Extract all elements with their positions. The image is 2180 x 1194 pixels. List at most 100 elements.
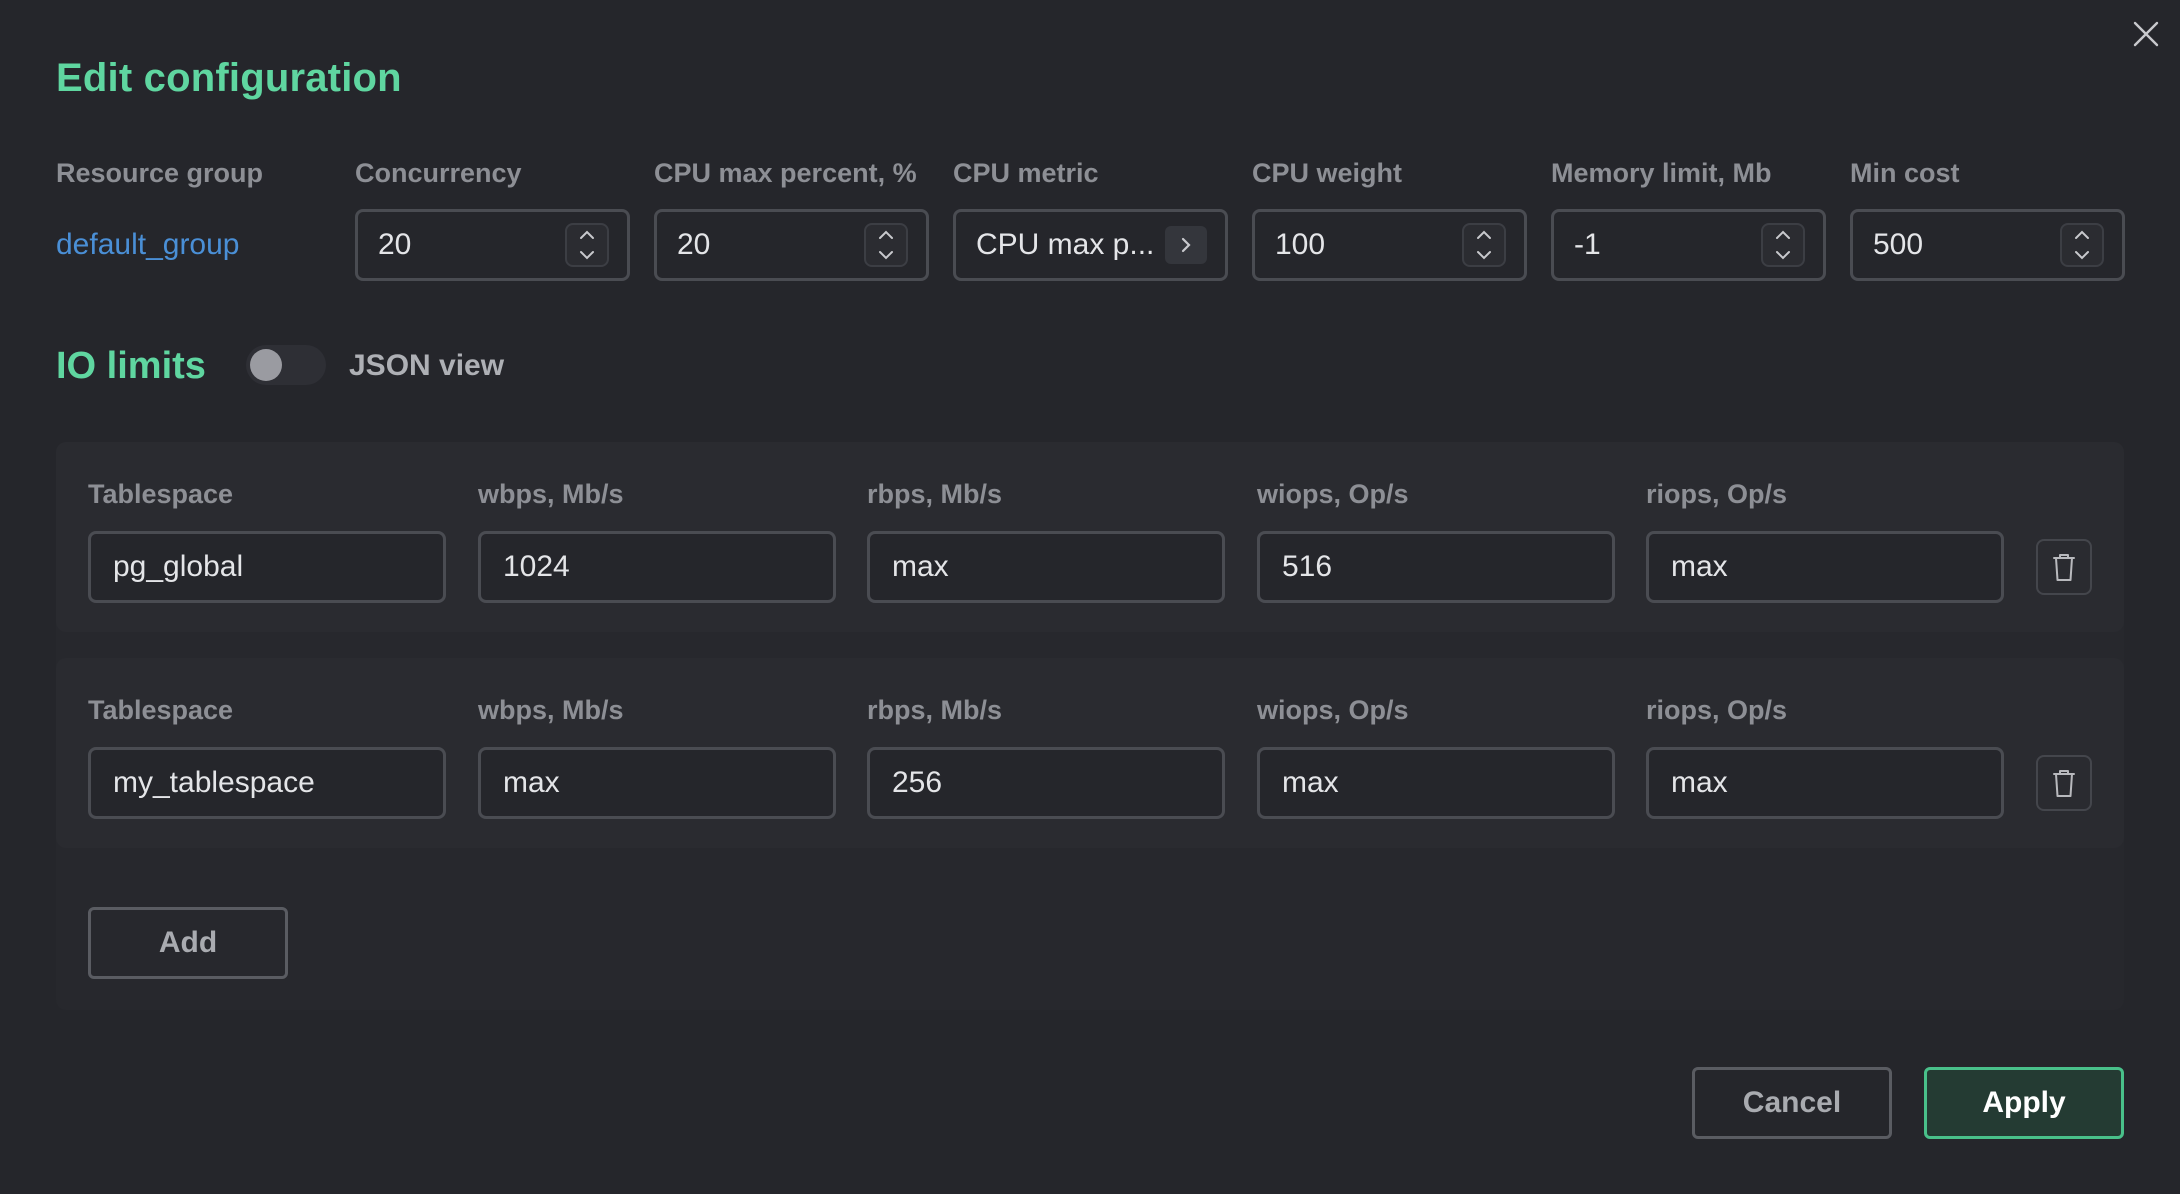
cpu-max-percent-column: CPU max percent, % — [654, 155, 917, 191]
io-limits-panel: Tablespace wbps, Mb/s rbps, Mb/s wiops, … — [56, 442, 2124, 1010]
memory-limit-input[interactable]: -1 — [1551, 209, 1826, 281]
delete-row-button[interactable] — [2036, 755, 2092, 811]
riops-label: riops, Op/s — [1646, 479, 1788, 509]
cpu-weight-decrement-button[interactable] — [1464, 245, 1504, 265]
min-cost-increment-button[interactable] — [2062, 225, 2102, 245]
apply-button[interactable]: Apply — [1924, 1067, 2124, 1139]
concurrency-increment-button[interactable] — [567, 225, 607, 245]
cpu-metric-value: CPU max p... — [976, 228, 1155, 261]
chevron-up-icon — [1477, 230, 1491, 239]
memory-limit-label: Memory limit, Mb — [1551, 158, 1772, 188]
wbps-label: wbps, Mb/s — [478, 695, 624, 725]
io-limit-row: Tablespace wbps, Mb/s rbps, Mb/s wiops, … — [56, 442, 2124, 632]
wiops-value: 516 — [1282, 550, 1333, 583]
concurrency-label: Concurrency — [355, 158, 522, 188]
close-button[interactable] — [2128, 16, 2164, 52]
edit-configuration-dialog: Edit configuration Resource group defaul… — [0, 0, 2180, 1194]
cpu-weight-column: CPU weight — [1252, 155, 1402, 191]
wiops-label: wiops, Op/s — [1257, 479, 1409, 509]
tablespace-label: Tablespace — [88, 695, 234, 725]
cpu-max-percent-value: 20 — [677, 228, 711, 261]
min-cost-decrement-button[interactable] — [2062, 245, 2102, 265]
wiops-input[interactable]: 516 — [1257, 531, 1615, 603]
cpu-max-percent-stepper — [864, 223, 908, 267]
chevron-down-icon — [879, 251, 893, 260]
cpu-metric-select[interactable]: CPU max p... — [953, 209, 1228, 281]
tablespace-value: my_tablespace — [113, 766, 315, 799]
cpu-weight-label: CPU weight — [1252, 158, 1403, 188]
delete-row-button[interactable] — [2036, 539, 2092, 595]
chevron-up-icon — [580, 230, 594, 239]
memory-limit-stepper — [1761, 223, 1805, 267]
io-limit-row: Tablespace wbps, Mb/s rbps, Mb/s wiops, … — [56, 658, 2124, 848]
tablespace-input[interactable]: pg_global — [88, 531, 446, 603]
concurrency-input[interactable]: 20 — [355, 209, 630, 281]
riops-input[interactable]: max — [1646, 747, 2004, 819]
wbps-label: wbps, Mb/s — [478, 479, 624, 509]
riops-value: max — [1671, 550, 1728, 583]
chevron-down-icon — [1477, 251, 1491, 260]
min-cost-label: Min cost — [1850, 158, 1960, 188]
riops-input[interactable]: max — [1646, 531, 2004, 603]
cpu-metric-open-button[interactable] — [1165, 226, 1207, 264]
chevron-right-icon — [1181, 237, 1191, 253]
trash-icon — [2053, 770, 2075, 797]
cpu-metric-label: CPU metric — [953, 158, 1099, 188]
wbps-input[interactable]: max — [478, 747, 836, 819]
wiops-value: max — [1282, 766, 1339, 799]
cpu-max-percent-decrement-button[interactable] — [866, 245, 906, 265]
chevron-down-icon — [1776, 251, 1790, 260]
cpu-weight-input[interactable]: 100 — [1252, 209, 1527, 281]
tablespace-value: pg_global — [113, 550, 244, 583]
resource-group-link[interactable]: default_group — [56, 228, 240, 262]
riops-value: max — [1671, 766, 1728, 799]
chevron-up-icon — [1776, 230, 1790, 239]
rbps-value: max — [892, 550, 949, 583]
riops-label: riops, Op/s — [1646, 695, 1788, 725]
chevron-up-icon — [2075, 230, 2089, 239]
min-cost-column: Min cost — [1850, 155, 1960, 191]
rbps-label: rbps, Mb/s — [867, 695, 1003, 725]
rbps-input[interactable]: 256 — [867, 747, 1225, 819]
trash-icon — [2053, 554, 2075, 581]
concurrency-stepper — [565, 223, 609, 267]
tablespace-input[interactable]: my_tablespace — [88, 747, 446, 819]
dialog-title: Edit configuration — [56, 56, 402, 100]
memory-limit-value: -1 — [1574, 228, 1601, 261]
cpu-metric-column: CPU metric — [953, 155, 1099, 191]
concurrency-value: 20 — [378, 228, 412, 261]
cpu-weight-increment-button[interactable] — [1464, 225, 1504, 245]
memory-limit-decrement-button[interactable] — [1763, 245, 1803, 265]
memory-limit-column: Memory limit, Mb — [1551, 155, 1772, 191]
rbps-input[interactable]: max — [867, 531, 1225, 603]
chevron-up-icon — [879, 230, 893, 239]
cpu-weight-value: 100 — [1275, 228, 1326, 261]
wbps-value: 1024 — [503, 550, 570, 583]
memory-limit-increment-button[interactable] — [1763, 225, 1803, 245]
cpu-max-percent-increment-button[interactable] — [866, 225, 906, 245]
io-limits-title: IO limits — [56, 345, 206, 387]
wiops-label: wiops, Op/s — [1257, 695, 1409, 725]
json-view-toggle[interactable] — [246, 345, 326, 385]
rbps-value: 256 — [892, 766, 943, 799]
concurrency-column: Concurrency — [355, 155, 522, 191]
wiops-input[interactable]: max — [1257, 747, 1615, 819]
json-view-label: JSON view — [349, 349, 505, 382]
chevron-down-icon — [2075, 251, 2089, 260]
min-cost-value: 500 — [1873, 228, 1924, 261]
add-io-limit-button[interactable]: Add — [88, 907, 288, 979]
cpu-weight-stepper — [1462, 223, 1506, 267]
wbps-value: max — [503, 766, 560, 799]
min-cost-stepper — [2060, 223, 2104, 267]
resource-group-label: Resource group — [56, 158, 264, 188]
wbps-input[interactable]: 1024 — [478, 531, 836, 603]
rbps-label: rbps, Mb/s — [867, 479, 1003, 509]
min-cost-input[interactable]: 500 — [1850, 209, 2125, 281]
toggle-knob — [250, 349, 282, 381]
close-icon — [2133, 21, 2159, 47]
cpu-max-percent-input[interactable]: 20 — [654, 209, 929, 281]
chevron-down-icon — [580, 251, 594, 260]
cancel-button[interactable]: Cancel — [1692, 1067, 1892, 1139]
concurrency-decrement-button[interactable] — [567, 245, 607, 265]
cpu-max-percent-label: CPU max percent, % — [654, 158, 917, 188]
